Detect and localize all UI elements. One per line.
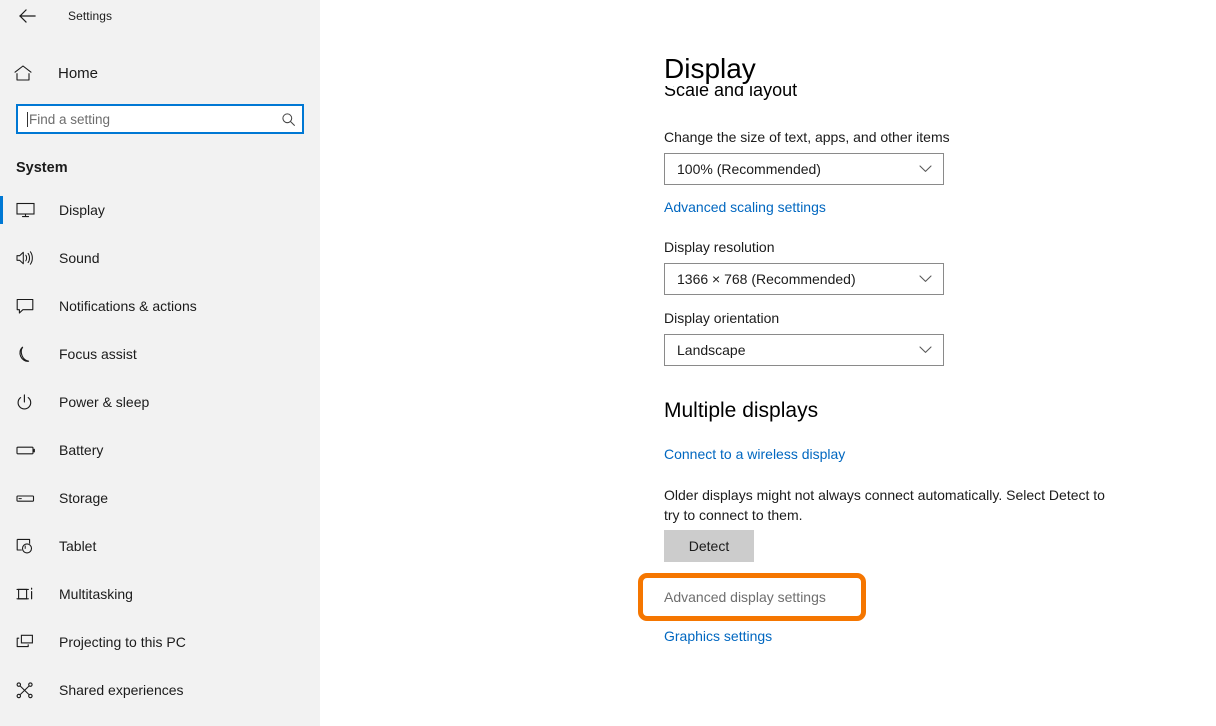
share-nodes-icon (16, 681, 42, 699)
scale-dropdown-value: 100% (Recommended) (677, 161, 821, 177)
scale-label: Change the size of text, apps, and other… (664, 129, 950, 145)
chevron-down-icon (919, 165, 932, 173)
selection-accent-bar (0, 292, 3, 320)
sidebar-item-projecting[interactable]: Projecting to this PC (0, 618, 320, 666)
home-label: Home (58, 64, 99, 82)
multiple-displays-heading: Multiple displays (664, 399, 819, 422)
search-input[interactable] (29, 111, 277, 127)
resolution-dropdown-value: 1366 × 768 (Recommended) (677, 271, 856, 287)
detect-button[interactable]: Detect (664, 530, 754, 562)
sidebar-item-shared-experiences[interactable]: Shared experiences (0, 666, 320, 714)
notification-balloon-icon (16, 298, 42, 314)
moon-icon (16, 346, 42, 363)
sidebar-item-storage[interactable]: Storage (0, 474, 320, 522)
search-box[interactable] (16, 104, 304, 134)
monitor-icon (16, 202, 42, 218)
battery-icon (16, 444, 42, 457)
sidebar-item-label: Battery (59, 442, 104, 458)
sidebar-item-label: Power & sleep (59, 394, 150, 410)
search-icon[interactable] (277, 112, 296, 127)
app-title: Settings (68, 9, 113, 23)
chevron-down-icon (919, 346, 932, 354)
selection-accent-bar (0, 532, 3, 560)
sidebar-item-label: Tablet (59, 538, 97, 554)
sidebar-item-label: Focus assist (59, 346, 137, 362)
sidebar-item-multitasking[interactable]: Multitasking (0, 570, 320, 618)
sidebar-item-power-sleep[interactable]: Power & sleep (0, 378, 320, 426)
orientation-label: Display orientation (664, 310, 780, 326)
sidebar-section-title: System (16, 160, 68, 176)
resolution-dropdown[interactable]: 1366 × 768 (Recommended) (664, 263, 944, 295)
speaker-icon (16, 250, 42, 266)
sidebar: Settings Home Find a setting System Disp… (0, 0, 320, 726)
sidebar-item-home[interactable]: Home (0, 53, 320, 93)
text-caret (27, 111, 28, 127)
sidebar-item-label: Storage (59, 490, 109, 506)
sidebar-item-label: Multitasking (59, 586, 133, 602)
graphics-settings-link[interactable]: Graphics settings (664, 628, 772, 644)
settings-window: Settings Home Find a setting System Disp… (0, 0, 1216, 726)
sidebar-item-label: Notifications & actions (59, 298, 197, 314)
sidebar-item-tablet[interactable]: Tablet (0, 522, 320, 570)
sidebar-item-label: Sound (59, 250, 100, 266)
multitasking-icon (16, 586, 42, 603)
sidebar-item-label: Display (59, 202, 105, 218)
sidebar-item-battery[interactable]: Battery (0, 426, 320, 474)
orientation-dropdown-value: Landscape (677, 342, 746, 358)
sidebar-item-label: Shared experiences (59, 682, 184, 698)
sidebar-item-sound[interactable]: Sound (0, 234, 320, 282)
selection-accent-bar (0, 628, 3, 656)
sidebar-item-focus-assist[interactable]: Focus assist (0, 330, 320, 378)
wireless-display-link[interactable]: Connect to a wireless display (664, 446, 845, 462)
selection-accent-bar (0, 244, 3, 272)
detect-description: Older displays might not always connect … (664, 487, 1105, 523)
advanced-display-settings-link[interactable]: Advanced display settings (664, 589, 826, 605)
home-icon (14, 65, 44, 81)
selection-accent-bar (0, 340, 3, 368)
back-arrow-icon[interactable] (12, 2, 42, 30)
power-icon (16, 393, 42, 411)
scale-dropdown[interactable]: 100% (Recommended) (664, 153, 944, 185)
selection-accent-bar (0, 484, 3, 512)
page-title: Display (664, 52, 776, 86)
chevron-down-icon (919, 275, 932, 283)
selection-accent-bar (0, 676, 3, 704)
sidebar-item-label: Projecting to this PC (59, 634, 186, 650)
storage-drive-icon (16, 492, 42, 505)
sidebar-item-display[interactable]: Display (0, 186, 320, 234)
title-bar: Settings (0, 0, 320, 32)
sidebar-nav-list: Display Sound Notifications & actions Fo… (0, 186, 320, 714)
selection-accent-bar (0, 580, 3, 608)
resolution-label: Display resolution (664, 239, 775, 255)
orientation-dropdown[interactable]: Landscape (664, 334, 944, 366)
projecting-icon (16, 634, 42, 650)
sidebar-item-notifications[interactable]: Notifications & actions (0, 282, 320, 330)
tablet-hand-icon (16, 538, 42, 555)
selection-accent-bar (0, 388, 3, 416)
selection-accent-bar (0, 436, 3, 464)
selection-accent-bar (0, 196, 3, 224)
search-container (16, 104, 304, 134)
advanced-scaling-settings-link[interactable]: Advanced scaling settings (664, 199, 826, 215)
main-content: Scale and layout Display Change the size… (320, 0, 1216, 726)
